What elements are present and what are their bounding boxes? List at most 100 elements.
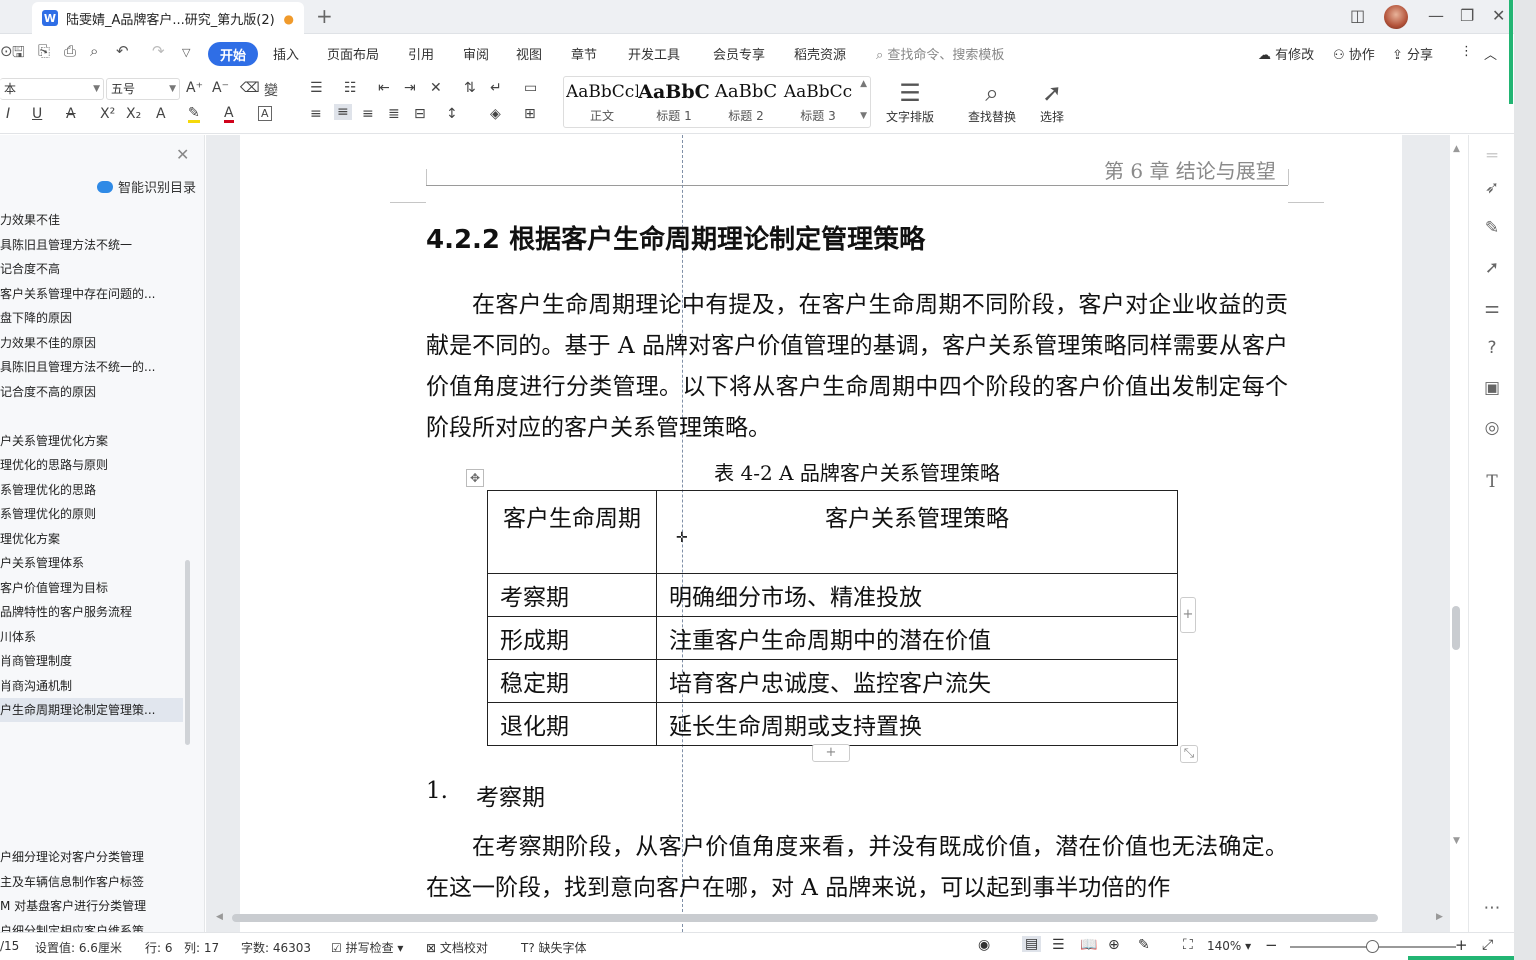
- avatar[interactable]: [1384, 5, 1408, 29]
- shading-icon[interactable]: ◈: [490, 106, 501, 122]
- font-color-icon[interactable]: A: [224, 106, 234, 123]
- image-icon[interactable]: ▣: [1479, 375, 1505, 401]
- borders-icon[interactable]: ⊞: [524, 106, 536, 122]
- italic-icon[interactable]: I: [6, 106, 10, 122]
- style-heading-3[interactable]: AaBbCc 标题 3: [782, 77, 854, 127]
- new-tab-button[interactable]: +: [316, 4, 333, 28]
- phonetic-guide-icon[interactable]: 變: [264, 80, 278, 100]
- spell-check-button[interactable]: ☑ 拼写检查 ▾: [331, 939, 403, 956]
- fullscreen-icon[interactable]: ⤢: [1482, 937, 1493, 953]
- collaborate-button[interactable]: ⚇ 协作: [1333, 44, 1375, 63]
- toc-item[interactable]: 系管理优化的思路: [0, 478, 183, 502]
- menu-review[interactable]: 审阅: [463, 44, 489, 63]
- decrease-indent-icon[interactable]: ⇤: [378, 80, 390, 96]
- menu-start[interactable]: 开始: [208, 42, 258, 66]
- clear-format-icon[interactable]: ⌫: [240, 80, 260, 96]
- text-tool-icon[interactable]: T: [1479, 469, 1505, 495]
- print-preview-icon[interactable]: ⌕: [90, 42, 98, 60]
- zoom-slider-knob[interactable]: [1366, 940, 1379, 953]
- table-header-cell[interactable]: 客户关系管理策略: [656, 490, 1178, 574]
- page-view-icon[interactable]: ▤: [1022, 936, 1042, 952]
- eye-protection-icon[interactable]: ◉: [978, 937, 990, 953]
- pen-icon[interactable]: ✎: [1479, 215, 1505, 241]
- toc-item[interactable]: 理优化方案: [0, 527, 183, 551]
- toc-item[interactable]: 记合度不高的原因: [0, 380, 183, 404]
- line-spacing-icon[interactable]: ↕: [446, 106, 458, 122]
- horizontal-scrollbar[interactable]: [232, 914, 1378, 922]
- subscript-icon[interactable]: X₂: [126, 106, 141, 122]
- toc-item[interactable]: 户关系管理优化方案: [0, 429, 183, 453]
- toc-item[interactable]: 川体系: [0, 625, 183, 649]
- web-view-icon[interactable]: ⊕: [1108, 937, 1120, 953]
- select-button[interactable]: ➚ 选择: [1040, 78, 1064, 125]
- text-effect-icon[interactable]: A: [156, 106, 166, 122]
- more-icon[interactable]: ⋯: [1479, 895, 1505, 921]
- toc-item[interactable]: 记合度不高: [0, 257, 183, 281]
- cursor-arrow-icon[interactable]: ➚: [1479, 255, 1505, 281]
- reading-view-icon[interactable]: 📖: [1080, 937, 1097, 953]
- font-size-select[interactable]: 五号 ▼: [106, 78, 180, 100]
- toc-item[interactable]: 力效果不佳: [0, 208, 183, 232]
- page-indicator[interactable]: /15: [0, 939, 19, 953]
- export-pdf-icon[interactable]: ⎘: [38, 42, 50, 60]
- word-count[interactable]: 字数: 46303: [241, 939, 311, 956]
- close-button[interactable]: ✕: [1492, 6, 1505, 25]
- align-right-icon[interactable]: ≡: [362, 106, 374, 122]
- superscript-icon[interactable]: X²: [100, 106, 115, 122]
- toc-item[interactable]: 盘下降的原因: [0, 306, 183, 330]
- vertical-scrollbar[interactable]: [1452, 606, 1460, 650]
- toc-item[interactable]: 户细分制定相应客户维系策...: [0, 919, 183, 933]
- table-cell[interactable]: 稳定期: [487, 659, 657, 703]
- toc-item[interactable]: 户关系管理体系: [0, 551, 183, 575]
- share-button[interactable]: ⇪ 分享: [1392, 44, 1433, 63]
- align-center-icon[interactable]: ≡: [334, 104, 352, 120]
- document-tab[interactable]: W 陆雯婧_A品牌客户...研究_第九版(2) ●: [32, 2, 304, 34]
- style-heading-2[interactable]: AaBbC 标题 2: [710, 77, 782, 127]
- table-cell[interactable]: 延长生命周期或支持置换: [656, 702, 1178, 746]
- table-cell[interactable]: 形成期: [487, 616, 657, 660]
- scroll-down-icon[interactable]: ▼: [1453, 836, 1460, 846]
- close-icon[interactable]: ✕: [176, 145, 189, 164]
- table-cell[interactable]: 考察期: [487, 573, 657, 617]
- toc-item[interactable]: 力效果不佳的原因: [0, 331, 183, 355]
- justify-icon[interactable]: ≣: [388, 106, 400, 122]
- undo-icon[interactable]: ↶: [116, 42, 129, 60]
- menu-toggle-icon[interactable]: ⊙: [0, 42, 13, 60]
- layout-icon[interactable]: ◫: [1350, 6, 1365, 25]
- command-search[interactable]: ⌕ 查找命令、搜索模板: [876, 44, 1004, 63]
- text-layout-button[interactable]: ☰ 文字排版: [886, 78, 934, 125]
- scroll-up-icon[interactable]: ▲: [1453, 144, 1460, 154]
- menu-references[interactable]: 引用: [408, 44, 434, 63]
- write-view-icon[interactable]: ✎: [1138, 937, 1150, 953]
- table-cell[interactable]: 培育客户忠诚度、监控客户流失: [656, 659, 1178, 703]
- toc-item[interactable]: 户细分理论对客户分类管理: [0, 845, 183, 869]
- outline-view-icon[interactable]: ☰: [1052, 937, 1065, 953]
- add-row-button[interactable]: +: [812, 744, 850, 762]
- restore-button[interactable]: ❐: [1460, 6, 1474, 25]
- toc-item[interactable]: 具陈旧且管理方法不统一: [0, 233, 183, 257]
- bullets-icon[interactable]: ☰: [310, 80, 323, 96]
- underline-icon[interactable]: U: [32, 106, 42, 122]
- collapse-ribbon-icon[interactable]: ︿: [1484, 44, 1497, 63]
- zoom-in-button[interactable]: +: [1455, 936, 1468, 954]
- align-left-icon[interactable]: ≡: [310, 106, 322, 122]
- menu-view[interactable]: 视图: [516, 44, 542, 63]
- print-icon[interactable]: ⎙: [64, 42, 76, 60]
- add-column-button[interactable]: +: [1180, 597, 1196, 633]
- font-name-select[interactable]: 本 ▼: [0, 78, 104, 100]
- table-cell[interactable]: 退化期: [487, 702, 657, 746]
- smart-toc-button[interactable]: 智能识别目录: [97, 177, 196, 196]
- redo-icon[interactable]: ↷: [152, 42, 165, 60]
- table-header-cell[interactable]: 客户生命周期: [487, 490, 657, 574]
- toc-item[interactable]: 客户价值管理为目标: [0, 576, 183, 600]
- menu-page-layout[interactable]: 页面布局: [327, 44, 379, 63]
- toc-item[interactable]: 肖商管理制度: [0, 649, 183, 673]
- missing-font-button[interactable]: T? 缺失字体: [521, 939, 587, 956]
- zoom-out-button[interactable]: −: [1265, 936, 1278, 954]
- location-icon[interactable]: ◎: [1479, 415, 1505, 441]
- table-resize-handle[interactable]: ⤡: [1180, 745, 1198, 763]
- proofread-button[interactable]: ⊠ 文档校对: [426, 939, 488, 956]
- save-icon[interactable]: 🖫: [12, 42, 25, 67]
- strikethrough-icon[interactable]: A: [66, 106, 76, 122]
- table-move-handle[interactable]: ✥: [466, 469, 484, 487]
